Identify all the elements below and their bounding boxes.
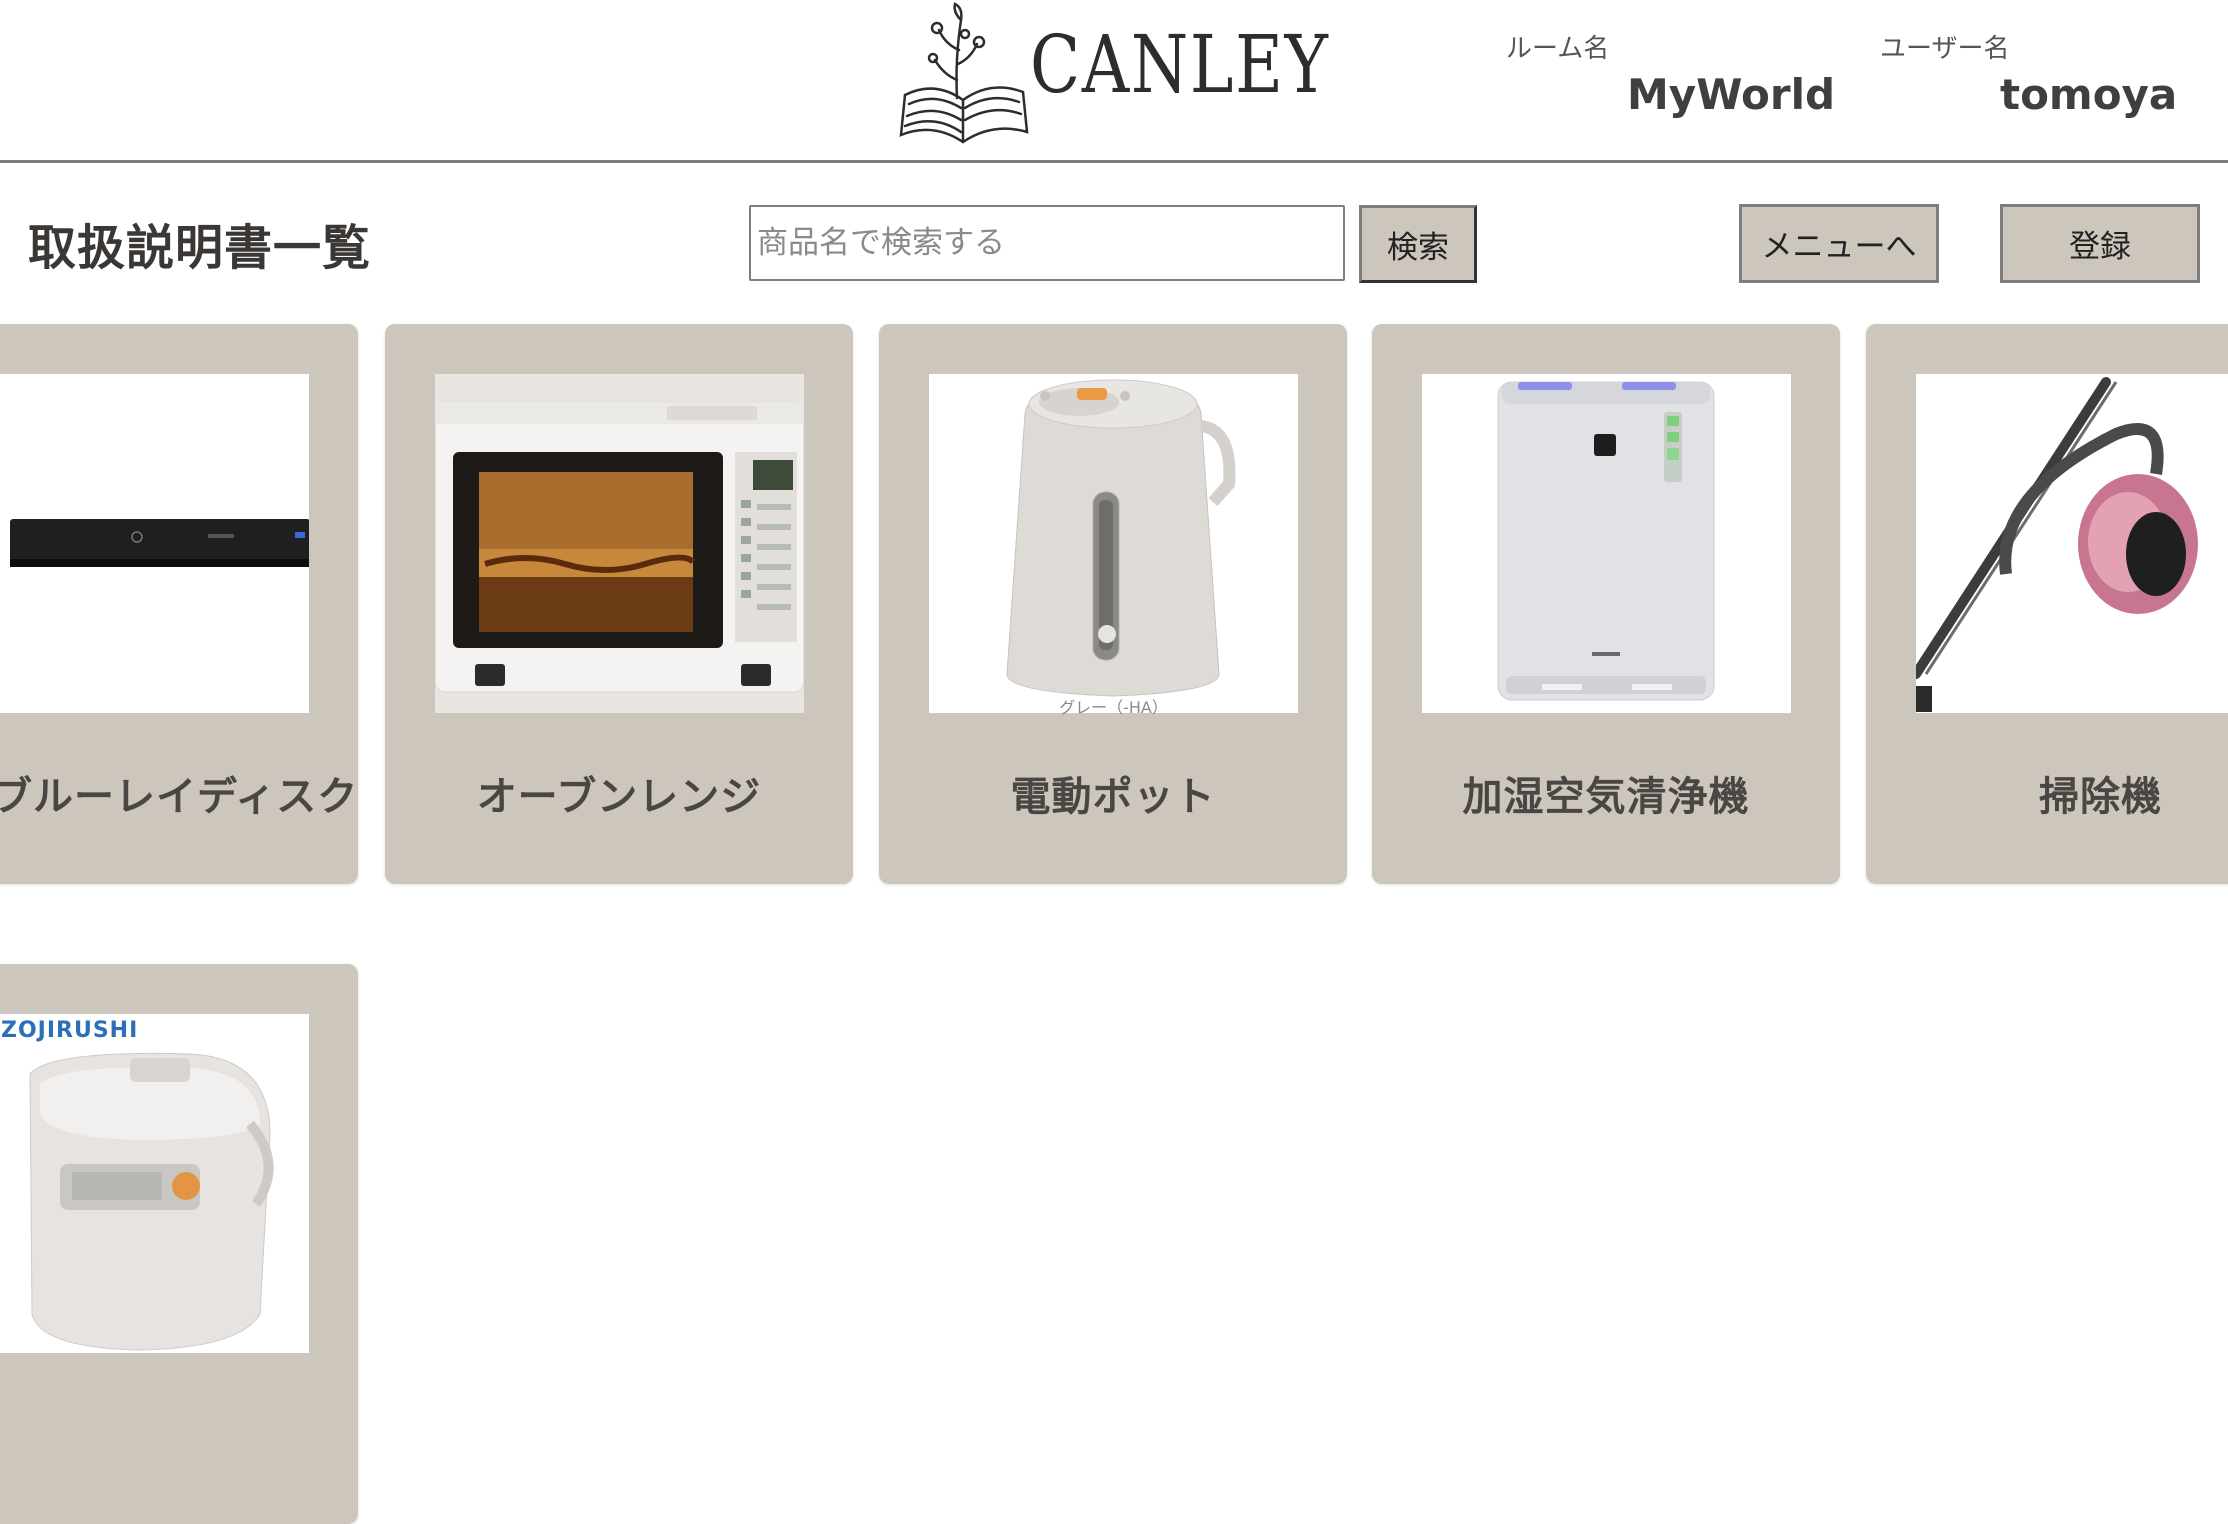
air-purifier-image: [1422, 374, 1791, 713]
app-header: CANLEY ルーム名 MyWorld ユーザー名 tomoya: [0, 0, 2228, 163]
pot-image-caption: グレー（-HA）: [1059, 698, 1168, 717]
room-name-value: MyWorld: [1627, 70, 1836, 119]
user-name-value: tomoya: [2000, 70, 2178, 119]
room-name-label: ルーム名: [1506, 34, 1610, 64]
canley-logo[interactable]: CANLEY: [895, 0, 1328, 158]
product-card-vacuum[interactable]: 掃除機: [1866, 324, 2228, 884]
rice-cooker-brand-caption: ZOJIRUSHI: [1, 1018, 139, 1043]
product-card-bluray[interactable]: ブルーレイディスクレコーダー: [0, 324, 358, 884]
product-card-oven[interactable]: オーブンレンジ: [385, 324, 853, 884]
register-button[interactable]: 登録: [2000, 204, 2200, 283]
electric-pot-image: [929, 374, 1298, 713]
search-button[interactable]: 検索: [1359, 205, 1477, 283]
oven-range-image: [435, 374, 804, 713]
bluray-recorder-image: [0, 374, 309, 713]
menu-button[interactable]: メニューへ: [1739, 204, 1939, 283]
vacuum-cleaner-image: [1916, 374, 2228, 713]
product-card-air-purifier[interactable]: 加湿空気清浄機: [1372, 324, 1840, 884]
page-title: 取扱説明書一覧: [28, 220, 372, 276]
product-card-rice-cooker[interactable]: ZOJIRUSHI: [0, 964, 358, 1524]
product-card-pot[interactable]: 電動ポット グレー（-HA）: [879, 324, 1347, 884]
product-search-input[interactable]: [749, 205, 1345, 281]
product-name: ブルーレイディスクレコーダー: [0, 774, 358, 820]
product-name: 電動ポット: [1010, 774, 1216, 820]
product-name: 加湿空気清浄機: [1462, 774, 1750, 820]
rice-cooker-image: [0, 1014, 309, 1353]
logo-text: CANLEY: [1030, 18, 1330, 111]
book-flower-logo-icon: [899, 2, 1029, 144]
user-name-label: ユーザー名: [1880, 34, 2010, 64]
product-name: 掃除機: [2039, 774, 2162, 820]
product-name: オーブンレンジ: [476, 774, 762, 820]
